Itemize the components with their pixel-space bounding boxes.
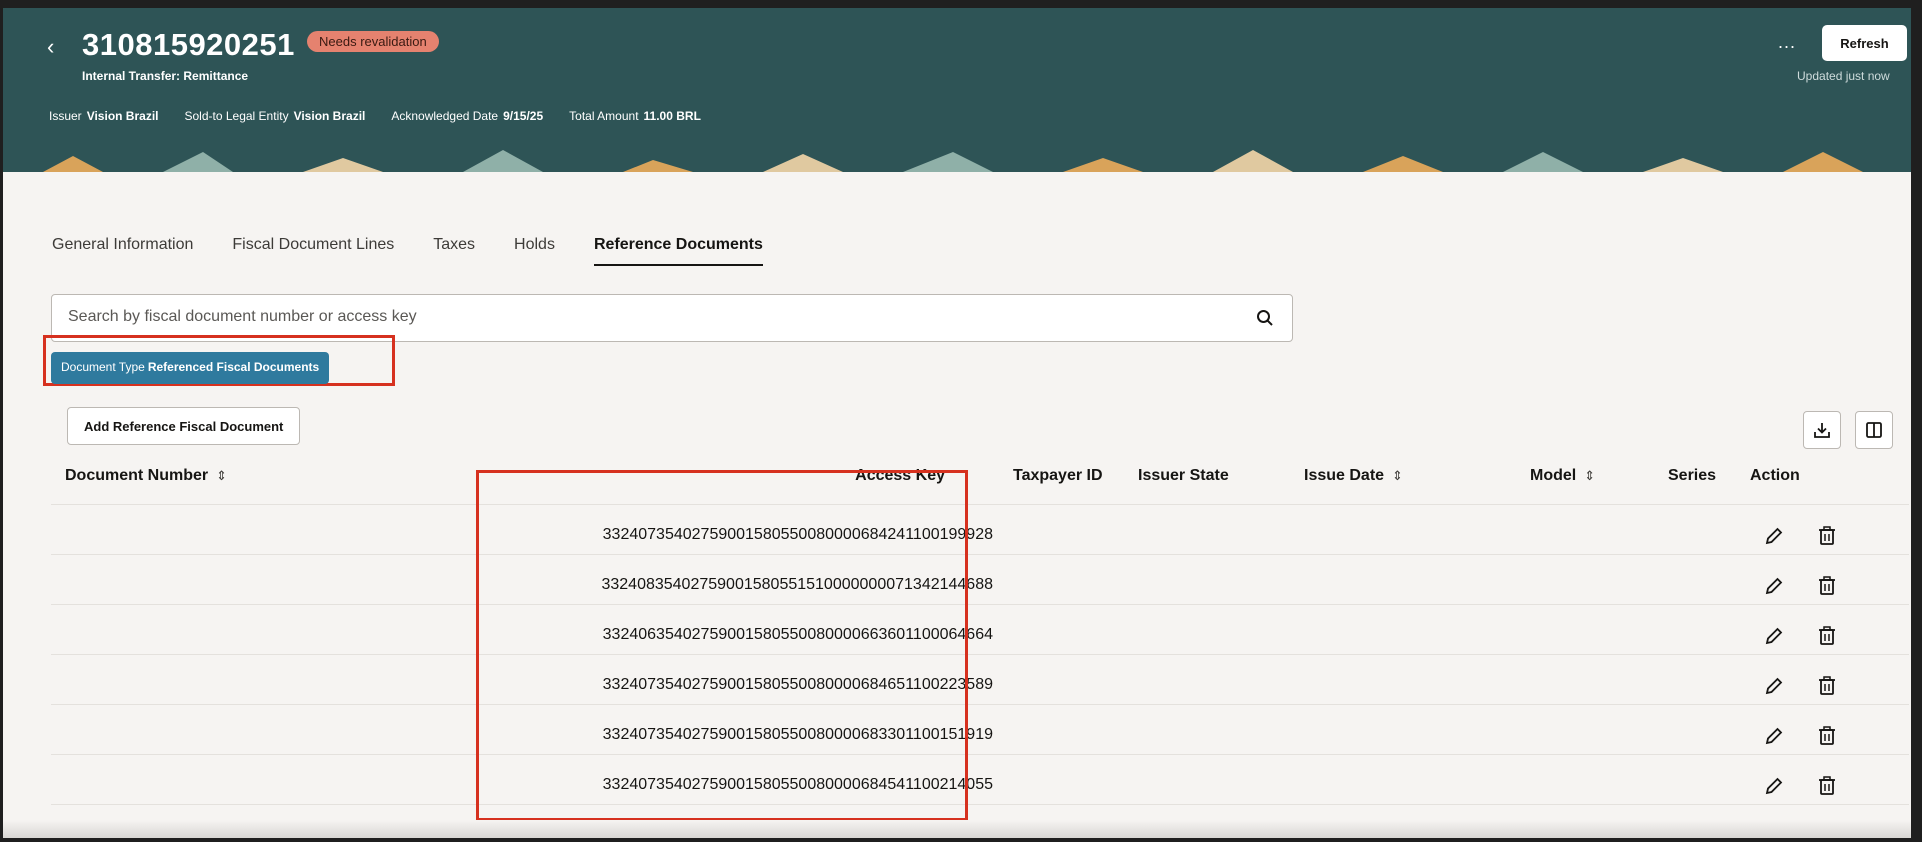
tab-bar: General Information Fiscal Document Line… bbox=[52, 236, 763, 266]
meta-issuer: Issuer Vision Brazil bbox=[49, 109, 159, 123]
filter-chip-document-type[interactable]: Document Type Referenced Fiscal Documents bbox=[51, 352, 330, 384]
sort-icon[interactable]: ⇕ bbox=[1392, 468, 1403, 483]
divider bbox=[51, 754, 1909, 755]
tab-reference-documents[interactable]: Reference Documents bbox=[593, 236, 763, 266]
delete-icon[interactable] bbox=[1816, 525, 1838, 547]
filter-chip-value: Referenced Fiscal Documents bbox=[147, 360, 320, 374]
search-input[interactable] bbox=[68, 308, 1218, 326]
column-header-document-number[interactable]: Document Number ⇕ bbox=[65, 467, 227, 485]
more-actions-icon[interactable]: ... bbox=[1778, 32, 1796, 53]
delete-icon[interactable] bbox=[1816, 775, 1838, 797]
edit-icon[interactable] bbox=[1763, 725, 1785, 747]
add-reference-document-button[interactable]: Add Reference Fiscal Document bbox=[67, 407, 301, 445]
edit-icon[interactable] bbox=[1763, 625, 1785, 647]
sort-icon[interactable]: ⇕ bbox=[216, 468, 227, 483]
download-button[interactable] bbox=[1803, 411, 1841, 449]
page-title: 310815920251 bbox=[82, 27, 295, 62]
edit-icon[interactable] bbox=[1763, 775, 1785, 797]
sort-icon[interactable]: ⇕ bbox=[1584, 468, 1595, 483]
divider bbox=[51, 554, 1909, 555]
delete-icon[interactable] bbox=[1816, 575, 1838, 597]
delete-icon[interactable] bbox=[1816, 725, 1838, 747]
column-header-issue-date[interactable]: Issue Date ⇕ bbox=[1304, 467, 1403, 485]
table-scroll-shadow bbox=[3, 820, 1911, 838]
delete-icon[interactable] bbox=[1816, 675, 1838, 697]
columns-button[interactable] bbox=[1855, 411, 1893, 449]
divider bbox=[51, 704, 1909, 705]
page-header: ‹ 310815920251 Needs revalidation Intern… bbox=[3, 8, 1911, 172]
download-icon bbox=[1814, 423, 1830, 438]
divider bbox=[51, 654, 1909, 655]
tab-fiscal-document-lines[interactable]: Fiscal Document Lines bbox=[232, 236, 394, 266]
column-header-issuer-state: Issuer State bbox=[1138, 467, 1229, 484]
column-header-taxpayer-id: Taxpayer ID bbox=[1013, 467, 1103, 484]
edit-icon[interactable] bbox=[1763, 575, 1785, 597]
app-frame: ‹ 310815920251 Needs revalidation Intern… bbox=[3, 8, 1911, 838]
edit-icon[interactable] bbox=[1763, 675, 1785, 697]
status-badge: Needs revalidation bbox=[307, 31, 439, 52]
tab-holds[interactable]: Holds bbox=[514, 236, 555, 266]
refresh-button[interactable]: Refresh bbox=[1822, 25, 1907, 61]
page-subtitle: Internal Transfer: Remittance bbox=[82, 69, 249, 83]
edit-icon[interactable] bbox=[1763, 525, 1785, 547]
updated-status: Updated just now bbox=[1797, 69, 1890, 83]
header-decoration bbox=[3, 148, 1911, 172]
column-header-action: Action bbox=[1750, 467, 1800, 484]
columns-icon bbox=[1866, 422, 1882, 438]
header-metadata: Issuer Vision Brazil Sold-to Legal Entity… bbox=[49, 109, 701, 123]
meta-sold-to: Sold-to Legal Entity Vision Brazil bbox=[184, 109, 366, 123]
meta-total-amount: Total Amount 11.00 BRL bbox=[569, 109, 701, 123]
filter-chip-label: Document Type bbox=[61, 360, 145, 374]
divider bbox=[51, 804, 1909, 805]
column-header-series: Series bbox=[1668, 467, 1717, 484]
divider bbox=[51, 604, 1909, 605]
meta-acknowledged-date: Acknowledged Date 9/15/25 bbox=[391, 109, 544, 123]
tab-taxes[interactable]: Taxes bbox=[433, 236, 475, 266]
tab-general-information[interactable]: General Information bbox=[52, 236, 193, 266]
divider bbox=[51, 504, 1909, 505]
delete-icon[interactable] bbox=[1816, 625, 1838, 647]
search-icon[interactable] bbox=[1256, 309, 1274, 327]
access-key-highlight bbox=[476, 470, 968, 821]
column-header-model[interactable]: Model ⇕ bbox=[1530, 467, 1595, 485]
back-icon[interactable]: ‹ bbox=[47, 34, 54, 60]
